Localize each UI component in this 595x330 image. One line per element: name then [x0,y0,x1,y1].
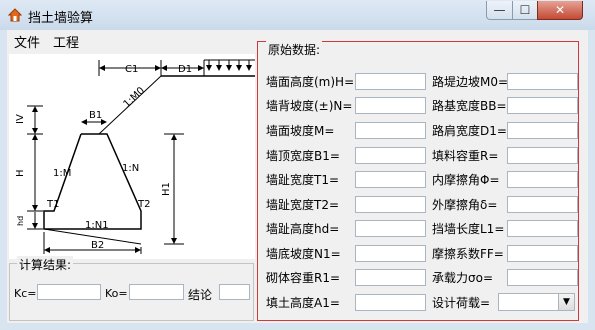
label-m: 1:M [53,168,71,179]
shoulder-width-field[interactable] [507,122,578,139]
toe-width-t2-field[interactable] [355,196,426,213]
toe-height-label: 墙趾高度hd= [266,222,340,236]
wall-length-label: 挡墙长度L1= [432,222,505,236]
minimize-button[interactable]: — [486,1,513,20]
base-slope-field[interactable] [355,245,426,262]
label-m0: 1:M0 [122,85,148,110]
label-n: 1:N [122,163,139,174]
fill-height-label: 填土高度A1= [266,296,340,310]
window-title: 挡土墙验算 [28,11,94,26]
base-slope-label: 墙底坡度N1= [266,247,341,261]
wall-height-field[interactable] [355,73,426,90]
external-friction-field[interactable] [507,196,578,213]
label-b1: B1 [89,110,102,121]
label-h1: H1 [161,182,172,196]
bearing-capacity-label: 承载力σo= [432,271,494,285]
fill-density-label: 填料容重R= [432,149,499,163]
label-hd: hd [16,216,25,226]
original-data-group: 原始数据: 墙面高度(m)H= 墙背坡度(±)N= 墙面坡度M= 墙顶宽度B1=… [257,41,579,321]
label-t1: T1 [46,199,59,210]
roadbed-width-field[interactable] [507,97,578,114]
results-group: 计算结果: Kc= Ko= 结论 [9,256,254,321]
kc-field[interactable] [37,284,101,300]
label-t2: T2 [137,199,150,210]
toe-height-field[interactable] [355,220,426,237]
top-width-label: 墙顶宽度B1= [266,149,340,163]
label-n1: 1:N1 [85,220,109,231]
conclusion-label: 结论 [188,288,213,302]
design-load-label: 设计荷载= [432,296,491,310]
shoulder-width-label: 路肩宽度D1= [432,124,507,138]
ko-field[interactable] [129,284,184,300]
external-friction-label: 外摩擦角δ= [432,198,498,212]
internal-friction-field[interactable] [507,171,578,188]
toe-width-t1-label: 墙趾宽度T1= [266,173,340,187]
label-c1: C1 [125,64,138,75]
friction-coef-field[interactable] [507,245,578,262]
toe-width-t1-field[interactable] [355,171,426,188]
wall-length-field[interactable] [507,220,578,237]
back-slope-label: 墙背坡度(±)N= [266,99,353,113]
face-slope-label: 墙面坡度M= [266,124,335,138]
title-bar: 挡土墙验算 — ☐ ✕ [0,0,595,30]
embankment-slope-label: 路堤边坡M0= [432,75,509,89]
app-icon [8,8,22,22]
face-slope-field[interactable] [355,122,426,139]
retaining-wall-diagram: C1 D1 1:M0 B1 IV H 1:M 1:N H1 T1 T2 hd 1… [9,54,255,259]
toe-width-t2-label: 墙趾宽度T2= [266,198,340,212]
menu-project[interactable]: 工程 [53,32,79,51]
fill-height-field[interactable] [355,294,426,311]
window-client: 文件 工程 C1 D1 1:M0 B1 IV H 1:M 1:N H1 T1 T… [7,30,588,323]
conclusion-field[interactable] [219,284,250,300]
bearing-capacity-field[interactable] [507,269,578,286]
fill-density-field[interactable] [507,147,578,164]
label-d1: D1 [178,64,192,75]
design-load-select[interactable]: ▼ [498,293,575,311]
label-b2: B2 [91,240,104,251]
masonry-density-label: 砌体容重R1= [266,271,341,285]
roadbed-width-label: 路基宽度BB= [432,99,507,113]
menu-file[interactable]: 文件 [14,32,40,51]
ko-label: Ko= [105,287,128,300]
chevron-down-icon[interactable]: ▼ [558,294,574,310]
internal-friction-label: 内摩擦角Φ= [432,173,500,187]
wall-height-label: 墙面高度(m)H= [266,75,355,89]
label-iv: IV [15,114,26,124]
label-h: H [15,169,26,177]
kc-label: Kc= [14,287,37,300]
friction-coef-label: 摩擦系数FF= [432,247,504,261]
maximize-button[interactable]: ☐ [512,1,538,20]
embankment-slope-field[interactable] [507,73,578,90]
original-data-title: 原始数据: [266,41,323,58]
top-width-field[interactable] [355,147,426,164]
diagram-canvas: C1 D1 1:M0 B1 IV H 1:M 1:N H1 T1 T2 hd 1… [15,59,255,254]
masonry-density-field[interactable] [355,269,426,286]
results-title: 计算结果: [17,256,74,273]
close-button[interactable]: ✕ [537,1,583,20]
back-slope-field[interactable] [355,97,426,114]
